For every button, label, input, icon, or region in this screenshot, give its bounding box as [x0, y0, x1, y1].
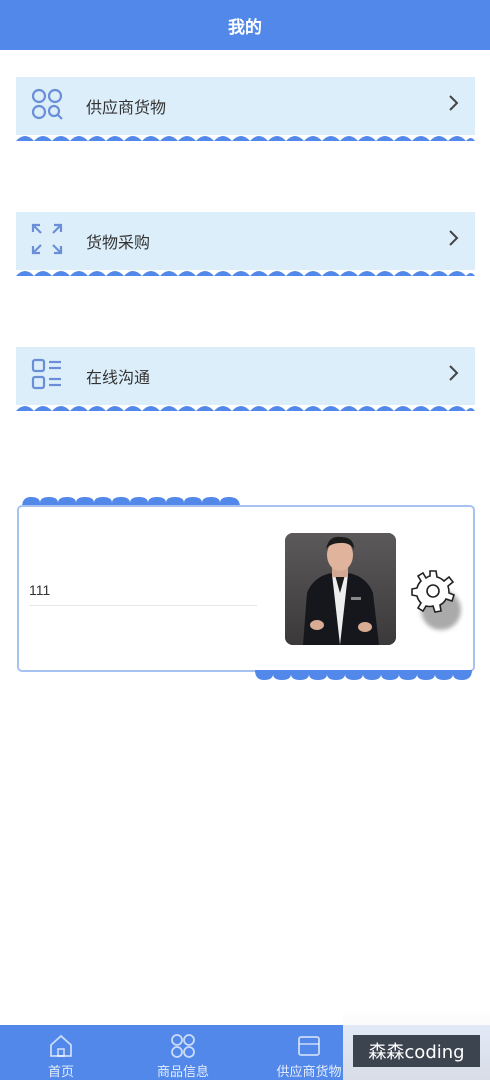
avatar[interactable]	[285, 533, 396, 645]
gear-icon[interactable]	[411, 569, 455, 613]
profile-card: 111	[17, 505, 475, 672]
home-icon	[50, 1034, 72, 1057]
wave-decoration	[16, 136, 475, 141]
menu-item-label: 供应商货物	[86, 98, 167, 117]
tab-label: 供应商货物	[276, 1065, 342, 1080]
menu-item-goods-purchase[interactable]: 货物采购	[16, 212, 475, 276]
chevron-right-icon	[449, 365, 459, 381]
tab-product-info[interactable]: 商品信息	[122, 1025, 244, 1080]
chevron-right-icon	[449, 230, 459, 246]
menu-item-label: 在线沟通	[86, 368, 151, 387]
grid-search-icon	[31, 88, 63, 120]
avatar-photo	[285, 533, 396, 645]
wave-decoration	[16, 406, 475, 411]
tab-home[interactable]: 首页	[0, 1025, 122, 1080]
top-bar: 我的	[0, 0, 490, 50]
menu-item-online-chat[interactable]: 在线沟通	[16, 347, 475, 411]
chevron-right-icon	[449, 95, 459, 111]
menu-item-label: 货物采购	[86, 233, 151, 252]
list-icon	[31, 358, 61, 390]
menu-item-supplier-goods[interactable]: 供应商货物	[16, 77, 475, 141]
watermark: 森森coding	[353, 1035, 480, 1067]
grid-circles-icon	[171, 1034, 195, 1058]
page-title: 我的	[228, 17, 262, 38]
wave-decoration	[255, 670, 472, 680]
wave-decoration	[16, 271, 475, 276]
expand-arrows-icon	[31, 223, 63, 255]
tab-label: 首页	[47, 1065, 74, 1080]
box-icon	[298, 1036, 320, 1056]
tab-label: 商品信息	[156, 1065, 209, 1080]
name-field[interactable]: 111	[29, 582, 257, 606]
